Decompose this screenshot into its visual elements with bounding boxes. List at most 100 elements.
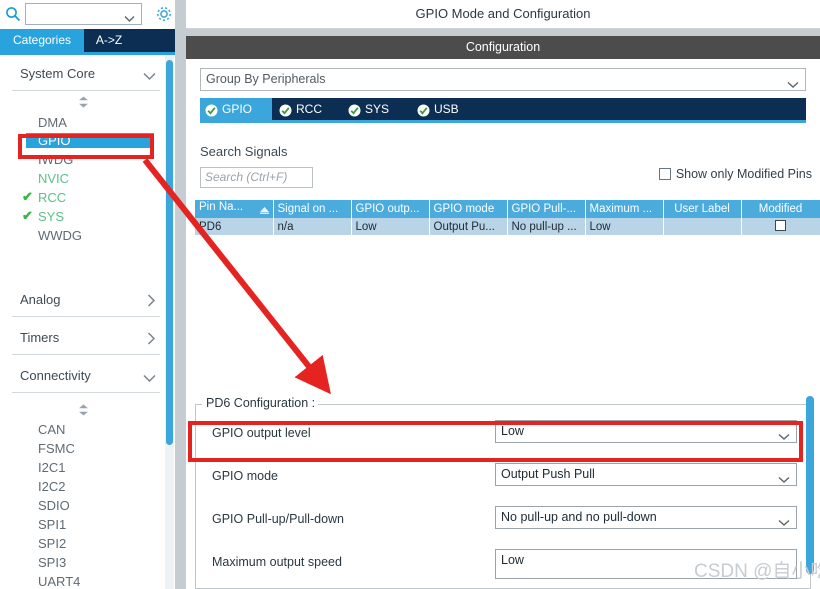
- col-maximum[interactable]: Maximum ...: [585, 200, 664, 218]
- page-title: GPIO Mode and Configuration: [186, 0, 820, 29]
- gpio-pull-select[interactable]: No pull-up and no pull-down: [495, 506, 797, 529]
- chevron-down-icon[interactable]: [143, 68, 156, 86]
- peripheral-tabstrip: GPIO RCC SYS USB: [200, 98, 806, 120]
- col-signal-on[interactable]: Signal on ...: [273, 200, 352, 218]
- modified-checkbox[interactable]: [775, 219, 786, 231]
- gpio-pull-label: GPIO Pull-up/Pull-down: [212, 512, 345, 526]
- cell-gpio-mode[interactable]: Output Pu...: [429, 218, 508, 235]
- cell-pin-name[interactable]: PD6: [195, 218, 274, 235]
- tree-item-uart4[interactable]: UART4: [38, 574, 80, 589]
- chevron-down-icon[interactable]: [787, 75, 799, 96]
- tree-item-spi1[interactable]: SPI1: [38, 517, 66, 532]
- tree-item-sys[interactable]: SYS: [38, 209, 64, 224]
- cell-maximum[interactable]: Low: [585, 218, 664, 235]
- search-icon: [5, 6, 21, 22]
- tree-item-i2c2[interactable]: I2C2: [38, 479, 65, 494]
- table-header-row: Pin Na... Signal on ... GPIO outp... GPI…: [195, 200, 820, 218]
- tree-item-spi2[interactable]: SPI2: [38, 536, 66, 551]
- tab-categories[interactable]: Categories: [0, 29, 84, 52]
- maximum-output-speed-select[interactable]: Low: [495, 549, 797, 579]
- tab-a-to-z[interactable]: A->Z: [84, 29, 134, 52]
- col-gpio-mode[interactable]: GPIO mode: [429, 200, 508, 218]
- group-by-dropdown[interactable]: Group By Peripherals: [200, 68, 806, 91]
- scroll-up-down-glyph[interactable]: [77, 403, 90, 416]
- sidebar-tabstrip: Categories A->Z: [0, 29, 175, 52]
- col-modified[interactable]: Modified: [741, 200, 820, 218]
- tree-item-nvic[interactable]: NVIC: [38, 171, 69, 186]
- check-circle-icon: [279, 102, 292, 117]
- table-row[interactable]: PD6 n/a Low Output Pu... No pull-up ... …: [195, 218, 820, 235]
- tree-group-timers[interactable]: Timers: [12, 327, 160, 355]
- chevron-right-icon[interactable]: [147, 332, 156, 350]
- cell-gpio-output[interactable]: Low: [351, 218, 430, 235]
- check-icon: ✔: [22, 208, 33, 223]
- tree-item-fsmc[interactable]: FSMC: [38, 441, 75, 456]
- pin-table: Pin Na... Signal on ... GPIO outp... GPI…: [195, 200, 820, 235]
- tab-gpio-label: GPIO: [222, 102, 253, 116]
- checkbox-box[interactable]: [658, 168, 671, 180]
- tab-rcc-label: RCC: [296, 102, 322, 116]
- cell-signal-on[interactable]: n/a: [273, 218, 352, 235]
- tree-item-gpio[interactable]: GPIO: [26, 133, 154, 148]
- tree-item-sdio[interactable]: SDIO: [38, 498, 70, 513]
- group-by-value: Group By Peripherals: [206, 72, 326, 86]
- check-circle-icon: [205, 102, 218, 117]
- config-row-gpio-pull: GPIO Pull-up/Pull-down No pull-up and no…: [196, 500, 812, 543]
- col-gpio-pull[interactable]: GPIO Pull-...: [507, 200, 586, 218]
- tabstrip-filler: [134, 29, 175, 52]
- tabs-underline: [200, 120, 806, 123]
- chevron-down-icon[interactable]: [124, 10, 135, 28]
- cell-gpio-pull[interactable]: No pull-up ...: [507, 218, 586, 235]
- cell-modified[interactable]: [741, 218, 820, 235]
- tab-rcc[interactable]: RCC: [274, 98, 341, 120]
- tab-sys-label: SYS: [365, 102, 390, 116]
- check-circle-icon: [348, 102, 361, 117]
- col-pin-name[interactable]: Pin Na...: [195, 200, 274, 218]
- maximum-output-speed-label: Maximum output speed: [212, 555, 342, 569]
- scroll-up-down-glyph[interactable]: [77, 95, 90, 108]
- tab-gpio[interactable]: GPIO: [200, 98, 272, 120]
- gpio-mode-select[interactable]: Output Push Pull: [495, 463, 797, 486]
- tree-item-spi3[interactable]: SPI3: [38, 555, 66, 570]
- check-circle-icon: [417, 102, 430, 117]
- maximum-output-speed-value: Low: [501, 553, 524, 567]
- gear-icon[interactable]: [155, 5, 173, 23]
- tab-usb[interactable]: USB: [412, 98, 479, 120]
- tab-usb-label: USB: [434, 102, 459, 116]
- gpio-output-level-value: Low: [501, 424, 524, 438]
- col-user-label[interactable]: User Label: [663, 200, 742, 218]
- chevron-down-icon[interactable]: [143, 370, 156, 388]
- main-panel: GPIO Mode and Configuration Configuratio…: [175, 0, 820, 589]
- tree-item-iwdg[interactable]: IWDG: [38, 152, 73, 167]
- gpio-output-level-select[interactable]: Low: [495, 420, 797, 443]
- sidebar: Categories A->Z System Core DMA GPIO IWD…: [0, 0, 175, 589]
- tree-item-rcc[interactable]: RCC: [38, 190, 66, 205]
- sidebar-search-row: [0, 0, 175, 29]
- gpio-pull-value: No pull-up and no pull-down: [501, 510, 657, 524]
- check-icon: ✔: [22, 189, 33, 204]
- config-panel-scrollbar-thumb[interactable]: [806, 396, 814, 574]
- sidebar-scrollbar-thumb[interactable]: [166, 60, 173, 445]
- chevron-down-icon[interactable]: [778, 427, 790, 448]
- cell-user-label[interactable]: [663, 218, 742, 235]
- show-only-modified-pins-checkbox[interactable]: Show only Modified Pins: [658, 167, 812, 181]
- col-gpio-output[interactable]: GPIO outp...: [351, 200, 430, 218]
- tab-sys[interactable]: SYS: [343, 98, 410, 120]
- sidebar-search-input[interactable]: [25, 3, 142, 25]
- chevron-down-icon[interactable]: [778, 470, 790, 491]
- tree-group-analog[interactable]: Analog: [12, 289, 160, 317]
- col-pin-name-label: Pin Na...: [199, 201, 244, 213]
- config-row-maximum-output-speed: Maximum output speed Low: [196, 543, 812, 586]
- tree-group-connectivity[interactable]: Connectivity: [12, 365, 160, 393]
- chevron-down-icon[interactable]: [778, 513, 790, 534]
- tree-item-wwdg[interactable]: WWDG: [38, 228, 82, 243]
- chevron-right-icon[interactable]: [147, 294, 156, 312]
- tree-item-i2c1[interactable]: I2C1: [38, 460, 65, 475]
- tree-group-system-core[interactable]: System Core: [12, 63, 160, 91]
- tree-group-label: Connectivity: [20, 368, 91, 383]
- search-signals-placeholder: Search (Ctrl+F): [205, 170, 288, 184]
- sort-ascending-icon[interactable]: [259, 205, 269, 217]
- tree-item-can[interactable]: CAN: [38, 422, 65, 437]
- search-signals-input[interactable]: Search (Ctrl+F): [200, 167, 313, 188]
- tree-item-dma[interactable]: DMA: [38, 115, 67, 130]
